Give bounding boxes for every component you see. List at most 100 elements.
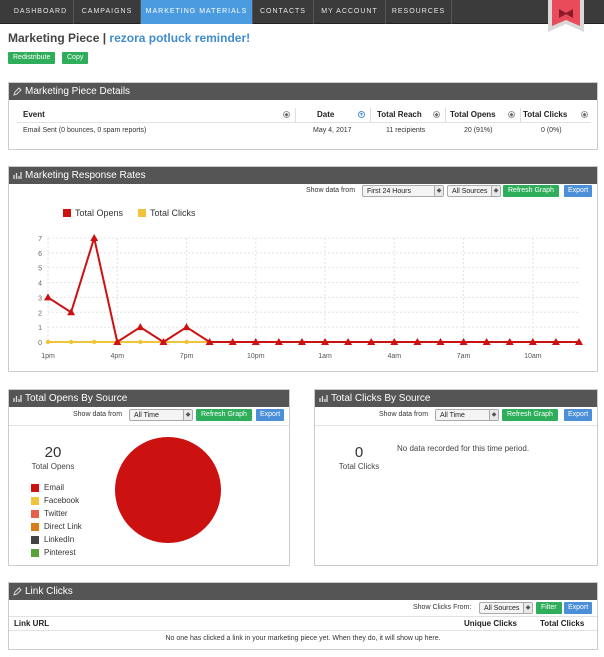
source-legend-label: Pinterest <box>44 548 76 557</box>
opens-point <box>182 323 191 331</box>
col-link-url: Link URL <box>14 619 50 628</box>
title-separator: | <box>102 31 107 45</box>
opens-total-label: Total Opens <box>31 462 75 471</box>
opens-total-number: 20 <box>44 444 62 461</box>
clicks-empty-message: No data recorded for this time period. <box>397 444 530 453</box>
page-title: Marketing Piece | rezora potluck reminde… <box>8 31 250 45</box>
col-divider <box>445 108 446 122</box>
details-divider <box>17 122 591 123</box>
nav-my-account[interactable]: MY ACCOUNT <box>314 0 386 24</box>
response-export-button[interactable]: Export <box>564 185 593 197</box>
response-show-label: Show data from <box>306 187 356 194</box>
y-tick-label: 7 <box>38 236 42 243</box>
response-range-select[interactable]: First 24 Hours ◆ <box>362 185 444 197</box>
nav-campaigns[interactable]: CAMPAIGNS <box>74 0 141 24</box>
nav-resources[interactable]: RESOURCES <box>386 0 452 24</box>
col-total-clicks[interactable]: Total Clicks <box>523 110 567 119</box>
sort-reach-icon[interactable]: ◆ <box>433 111 440 118</box>
top-nav: DASHBOARD CAMPAIGNS MARKETING MATERIALS … <box>0 0 604 24</box>
clicks-point <box>68 339 74 345</box>
link-export-button[interactable]: Export <box>564 602 593 614</box>
y-tick-label: 3 <box>38 295 42 302</box>
legend-swatch <box>31 549 39 557</box>
col-date[interactable]: Date <box>317 110 334 119</box>
opens-source-heading: Total Opens By Source <box>25 393 128 404</box>
clicks-cell: 0 (0%) <box>541 127 562 134</box>
clicks-export-button[interactable]: Export <box>564 409 593 421</box>
clicks-point <box>184 339 189 345</box>
bar-chart-icon <box>13 172 22 179</box>
copy-button[interactable]: Copy <box>62 52 89 64</box>
x-tick-label: 1pm <box>41 353 55 360</box>
legend-label: Total Clicks <box>150 208 196 218</box>
source-legend-label: Facebook <box>44 496 80 505</box>
sort-opens-icon[interactable]: ◆ <box>508 111 515 118</box>
legend-swatch <box>31 510 39 518</box>
reach-cell: 11 recipients <box>386 127 426 134</box>
nav-marketing-materials[interactable]: MARKETING MATERIALS <box>141 0 253 24</box>
redistribute-button[interactable]: Redistribute <box>8 52 56 64</box>
filter-button[interactable]: Filter <box>536 602 562 614</box>
source-legend-label: Direct Link <box>44 522 82 531</box>
col-total-clicks: Total Clicks <box>540 619 585 628</box>
response-source-select[interactable]: All Sources ◆ <box>447 185 501 197</box>
clicks-refresh-button[interactable]: Refresh Graph <box>502 409 558 421</box>
opens-refresh-button[interactable]: Refresh Graph <box>196 409 252 421</box>
response-line-chart: Total Opens Total Clicks 0 1 2 3 4 5 6 7 1pm 4pm 7pm… <box>38 208 583 360</box>
source-legend-label: LinkedIn <box>44 535 75 544</box>
x-tick-label: 10am <box>524 353 542 360</box>
response-source-value: All Sources <box>452 188 488 195</box>
sort-clicks-icon[interactable]: ◆ <box>581 111 588 118</box>
link-clicks-heading: Link Clicks <box>25 586 73 597</box>
bar-chart-icon <box>13 395 22 402</box>
title-prefix: Marketing Piece <box>8 31 100 45</box>
pencil-icon <box>13 87 22 96</box>
clicks-source-panel: Total Clicks By Source Show data from Al… <box>314 389 598 566</box>
response-header: Marketing Response Rates <box>9 167 597 184</box>
legend-swatch <box>31 523 39 531</box>
opens-point <box>136 323 145 331</box>
col-total-opens[interactable]: Total Opens <box>450 110 496 119</box>
clicks-range-select[interactable]: All Time ◆ <box>435 409 499 421</box>
col-event[interactable]: Event <box>23 110 45 119</box>
link-source-select[interactable]: All Sources ◆ <box>479 602 533 614</box>
response-refresh-button[interactable]: Refresh Graph <box>503 185 559 197</box>
piece-name: rezora potluck reminder! <box>109 31 251 45</box>
clicks-point <box>138 339 143 345</box>
event-cell: Email Sent (0 bounces, 0 spam reports) <box>23 127 147 134</box>
x-tick-label: 7pm <box>180 353 194 360</box>
y-tick-label: 6 <box>38 251 42 258</box>
x-tick-label: 4am <box>387 353 401 360</box>
clicks-total-label: Total Clicks <box>338 462 380 471</box>
opens-range-select[interactable]: All Time ◆ <box>129 409 193 421</box>
pie-slice <box>115 437 221 543</box>
nav-contacts[interactable]: CONTACTS <box>253 0 314 24</box>
sort-date-icon[interactable]: ▼ <box>358 111 365 118</box>
clicks-point <box>45 339 51 345</box>
opens-series-line <box>47 234 579 344</box>
legend-label: Total Opens <box>75 208 124 218</box>
clicks-show-label: Show data from <box>379 411 429 418</box>
col-total-reach[interactable]: Total Reach <box>377 110 422 119</box>
col-divider <box>295 108 296 122</box>
chevron-down-icon: ◆ <box>434 186 443 196</box>
clicks-point <box>91 339 97 345</box>
chevron-down-icon: ◆ <box>183 410 192 420</box>
link-source-value: All Sources <box>484 605 520 612</box>
x-tick-label: 4pm <box>110 353 124 360</box>
chevron-down-icon: ◆ <box>489 410 498 420</box>
legend-swatch <box>31 484 39 492</box>
clicks-toolbar-divider <box>315 425 597 426</box>
ribbon-logo-icon <box>548 0 584 32</box>
opens-source-panel: Total Opens By Source Show data from All… <box>8 389 290 566</box>
link-show-label: Show Clicks From: <box>413 604 472 611</box>
date-cell: May 4, 2017 <box>313 127 352 134</box>
link-empty-message: No one has clicked a link in your market… <box>165 635 441 642</box>
nav-dashboard[interactable]: DASHBOARD <box>8 0 74 24</box>
sort-event-icon[interactable]: ◆ <box>283 111 290 118</box>
opens-pie-chart <box>115 437 221 543</box>
link-clicks-panel: Link Clicks Show Clicks From: All Source… <box>8 582 598 650</box>
details-panel: Marketing Piece Details Event ◆ Date ▼ T… <box>8 82 598 150</box>
opens-show-label: Show data from <box>73 411 123 418</box>
opens-export-button[interactable]: Export <box>256 409 285 421</box>
